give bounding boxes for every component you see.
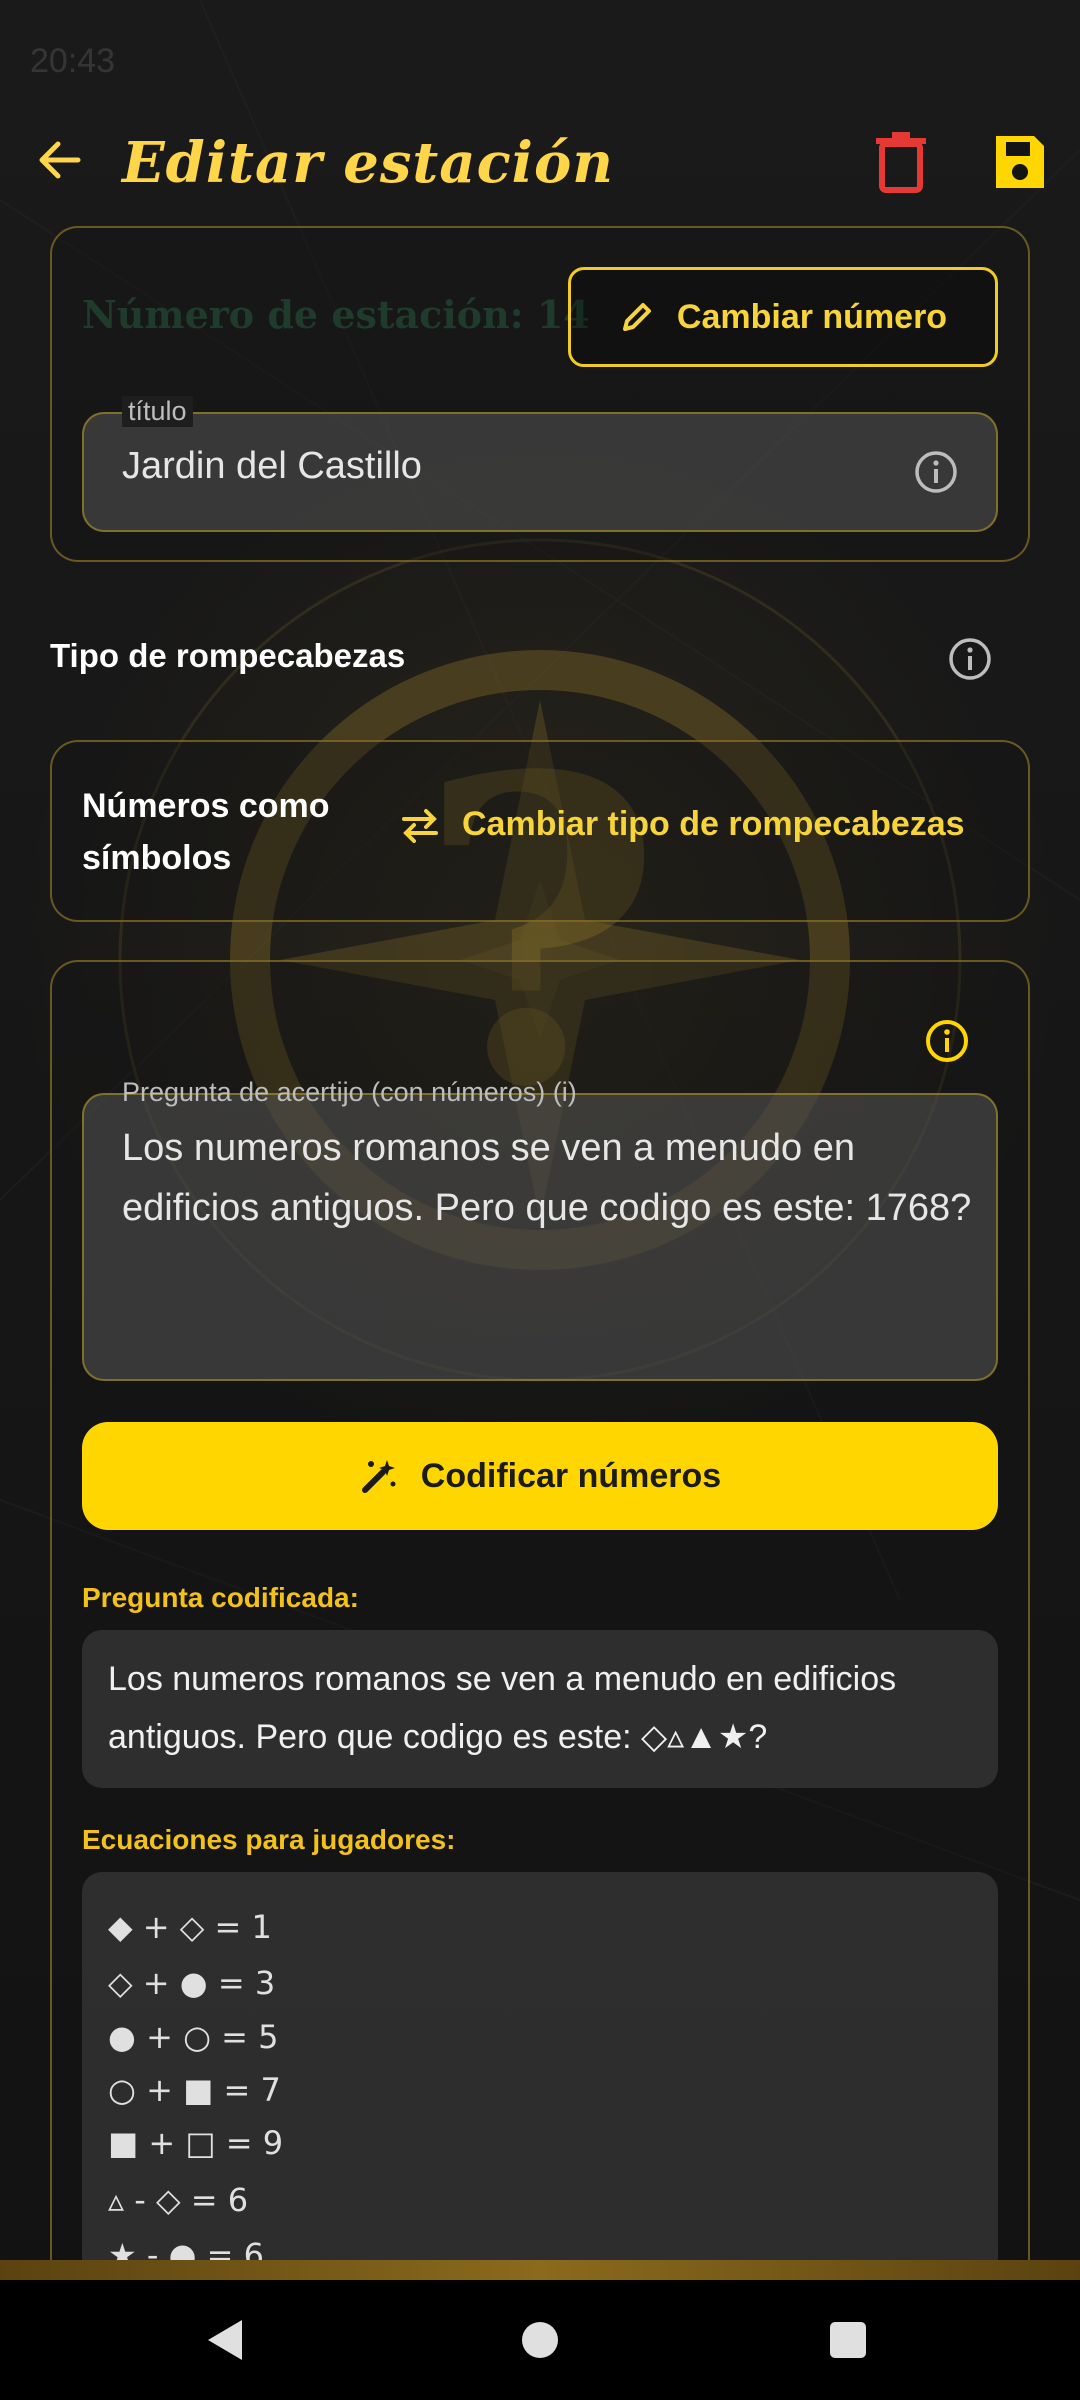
info-icon[interactable]	[924, 1018, 970, 1064]
riddle-question-text[interactable]: Los numeros romanos se ven a menudo en e…	[122, 1118, 972, 1238]
system-navigation-bar	[0, 2280, 1080, 2400]
save-button[interactable]	[990, 130, 1050, 194]
encoded-question-label: Pregunta codificada:	[82, 1582, 359, 1613]
change-puzzle-type-label: Cambiar tipo de rompecabezas	[462, 805, 965, 843]
title-field-label: título	[122, 396, 193, 427]
equation-row: ■ + □ = 9	[108, 2124, 284, 2162]
equation-row: ◇ + ● = 3	[108, 1964, 276, 2002]
puzzle-type-name: Números como símbolos	[82, 787, 330, 877]
delete-icon	[876, 132, 926, 193]
pencil-icon	[622, 303, 651, 331]
change-number-button[interactable]: Cambiar número	[568, 267, 998, 367]
change-puzzle-type-button[interactable]: Cambiar tipo de rompecabezas	[400, 805, 965, 844]
encode-numbers-label: Codificar números	[420, 1456, 722, 1495]
nav-home-icon[interactable]	[510, 2310, 570, 2370]
equation-row: ● + ○ = 5	[108, 2018, 279, 2056]
bottom-decoration	[0, 2260, 1080, 2280]
equation-row: ◆ + ◇ = 1	[108, 1908, 272, 1946]
page-title: Editar estación	[122, 130, 615, 196]
nav-recents-icon[interactable]	[818, 2310, 878, 2370]
delete-button[interactable]	[872, 130, 930, 194]
back-arrow-icon	[39, 141, 81, 179]
puzzle-type-label: Tipo de rompecabezas	[50, 637, 406, 674]
swap-icon	[402, 808, 438, 843]
change-number-label: Cambiar número	[676, 297, 948, 336]
status-time: 20:43	[30, 42, 116, 80]
magic-wand-icon	[361, 1460, 396, 1493]
back-button[interactable]	[30, 130, 90, 190]
equation-row: ▵ - ◇ = 6	[108, 2181, 249, 2219]
equation-row: ○ + ■ = 7	[108, 2071, 281, 2109]
equations-label: Ecuaciones para jugadores:	[82, 1824, 456, 1855]
info-icon[interactable]	[913, 449, 959, 495]
save-icon	[996, 136, 1044, 188]
info-icon[interactable]	[947, 636, 993, 682]
status-bar: 20:43	[0, 0, 1080, 120]
title-value[interactable]: Jardin del Castillo	[122, 445, 422, 488]
encode-numbers-button[interactable]: Codificar números	[82, 1422, 998, 1530]
riddle-field-label: Pregunta de acertijo (con números) (i)	[122, 1077, 577, 1107]
app-bar: Editar estación	[0, 120, 1080, 210]
nav-back-icon[interactable]	[196, 2310, 256, 2370]
station-number: Número de estación: 14	[82, 292, 590, 337]
encoded-question-text: Los numeros romanos se ven a menudo en e…	[108, 1660, 897, 1756]
